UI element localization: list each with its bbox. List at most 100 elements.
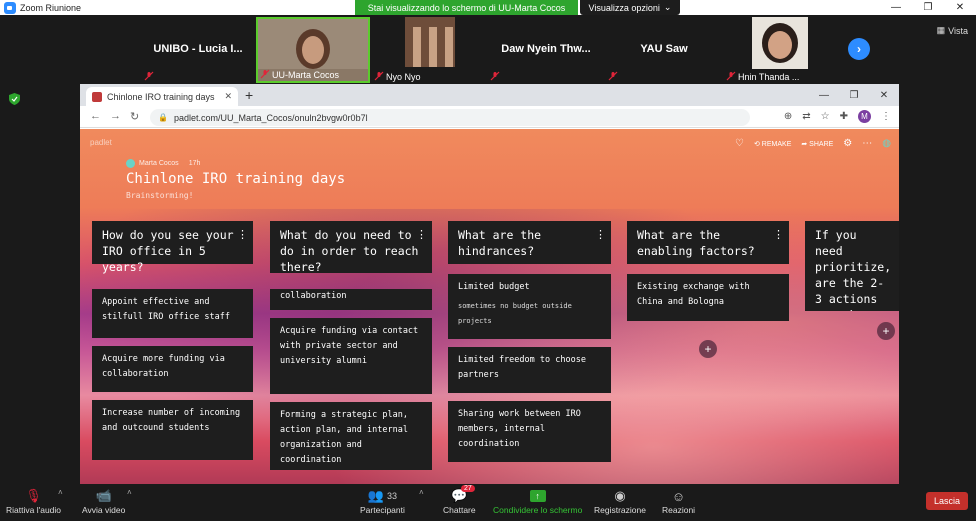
browser-window-controls: — ❐ ✕: [809, 84, 899, 106]
column-header[interactable]: What are the hindrances? ⋮: [448, 221, 611, 264]
participants-options-icon[interactable]: ˄: [419, 488, 424, 497]
unmute-label: Riattiva l'audio: [6, 505, 62, 515]
column-menu-icon[interactable]: ⋮: [237, 227, 248, 243]
view-options-button[interactable]: Visualizza opzioni ⌄: [580, 0, 680, 15]
add-post-button[interactable]: +: [877, 322, 895, 340]
browser-tab[interactable]: Chinlone IRO training days ✕: [86, 87, 238, 106]
post-card[interactable]: Acquire more funding via collaboration: [92, 346, 253, 392]
mic-muted-icon: [374, 71, 384, 81]
tab-close-icon[interactable]: ✕: [224, 91, 232, 102]
participant-tile[interactable]: Hnin Thanda ...: [724, 17, 836, 83]
restore-icon[interactable]: ❐: [912, 0, 944, 15]
participant-tile[interactable]: Daw Nyein Thw...: [488, 17, 604, 83]
settings-gear-icon[interactable]: ⚙: [843, 138, 852, 149]
participant-tile-active[interactable]: UU-Marta Cocos: [256, 17, 370, 83]
chat-label: Chattare: [443, 505, 476, 515]
address-bar[interactable]: 🔒 padlet.com/UU_Marta_Cocos/onuln2bvgw0r…: [150, 109, 750, 126]
post-time: 17h: [188, 160, 201, 167]
post-text: Sharing work between IRO members, intern…: [458, 409, 581, 449]
post-text: Appoint effective and stilfull IRO offic…: [102, 297, 230, 322]
record-button[interactable]: ◉ Registrazione: [594, 487, 646, 515]
post-card[interactable]: Limited budget sometimes no budget outsi…: [448, 274, 611, 339]
participant-video: [405, 17, 455, 67]
participant-name: Daw Nyein Thw...: [501, 43, 591, 55]
participants-button[interactable]: 👥 33 Partecipanti: [360, 487, 405, 515]
minimize-icon[interactable]: —: [809, 84, 839, 106]
participant-tile[interactable]: UNIBO - Lucia I...: [142, 17, 254, 83]
window-title: Zoom Riunione: [20, 2, 82, 13]
back-icon[interactable]: ←: [90, 110, 101, 122]
participant-tile[interactable]: YAU Saw: [606, 17, 722, 83]
window-controls: — ❐ ✕: [880, 0, 976, 15]
start-video-button[interactable]: 📹 Avvia video: [82, 487, 125, 515]
globe-icon[interactable]: ◍: [882, 138, 891, 149]
column-header[interactable]: What do you need to do in order to reach…: [270, 221, 432, 274]
column-menu-icon[interactable]: ⋮: [773, 227, 784, 243]
restore-icon[interactable]: ❐: [839, 84, 869, 106]
post-card[interactable]: Sharing work between IRO members, intern…: [448, 401, 611, 462]
video-options-icon[interactable]: ˄: [127, 488, 132, 497]
new-tab-icon[interactable]: +: [245, 87, 253, 103]
post-card[interactable]: Forming a strategic plan, action plan, a…: [270, 402, 432, 470]
participant-name: UNIBO - Lucia I...: [153, 43, 243, 55]
grid-icon: ▦: [936, 25, 946, 35]
share-label: SHARE: [809, 140, 834, 148]
translate-icon[interactable]: ⇄: [802, 111, 810, 122]
participant-tile[interactable]: Nyo Nyo: [372, 17, 484, 83]
participant-strip: UNIBO - Lucia I... UU-Marta Cocos Nyo Ny…: [0, 15, 976, 83]
chat-button[interactable]: 💬 27 Chattare: [443, 485, 476, 515]
column-menu-icon[interactable]: ⋮: [416, 227, 427, 243]
reactions-button[interactable]: ☺ Reazioni: [662, 487, 695, 516]
padlet-logo[interactable]: padlet: [90, 138, 112, 147]
share-screen-button[interactable]: ↑ Condividere lo schermo: [493, 487, 582, 515]
extensions-icon[interactable]: ✚: [840, 111, 848, 122]
remake-button[interactable]: ⟲ REMAKE: [754, 140, 791, 148]
share-screen-label: Condividere lo schermo: [493, 505, 583, 515]
unmute-button[interactable]: 🎙 Riattiva l'audio: [6, 487, 61, 515]
star-icon[interactable]: ☆: [821, 111, 830, 122]
view-button[interactable]: ▦ Vista: [937, 25, 968, 36]
next-page-button[interactable]: ›: [848, 38, 870, 60]
post-text: Increase number of incoming and outcound…: [102, 408, 241, 433]
audio-options-icon[interactable]: ˄: [58, 488, 63, 497]
profile-avatar[interactable]: M: [858, 110, 871, 123]
post-text: collaboration: [280, 291, 347, 301]
smiley-icon: ☺: [671, 488, 686, 504]
post-subtext: sometimes no budget outside projects: [458, 302, 572, 325]
participant-video: [752, 17, 808, 69]
participant-name: Nyo Nyo: [386, 72, 421, 82]
share-button[interactable]: ➦ SHARE: [801, 140, 833, 148]
post-card[interactable]: Increase number of incoming and outcound…: [92, 400, 253, 460]
menu-dots-icon[interactable]: ⋮: [881, 111, 891, 122]
post-card[interactable]: Appoint effective and stilfull IRO offic…: [92, 289, 253, 338]
column-menu-icon[interactable]: ⋮: [595, 227, 606, 243]
close-icon[interactable]: ✕: [869, 84, 899, 106]
forward-icon[interactable]: →: [110, 110, 121, 122]
participant-video: [258, 19, 368, 69]
post-card[interactable]: Acquire funding via contact with private…: [270, 318, 432, 394]
padlet-favicon-icon: [92, 91, 102, 102]
mic-muted-icon: [726, 71, 736, 81]
add-post-button[interactable]: +: [699, 340, 717, 358]
more-icon[interactable]: ⋯: [862, 138, 872, 149]
post-card[interactable]: Existing exchange with China and Bologna: [627, 274, 789, 321]
mic-muted-icon: [490, 71, 500, 81]
mic-muted-icon: [144, 71, 154, 81]
column-title: What are the enabling factors?: [637, 228, 755, 258]
post-text: Existing exchange with China and Bologna: [637, 282, 750, 307]
post-card[interactable]: Limited freedom to choose partners: [448, 347, 611, 393]
column-header[interactable]: How do you see your IRO office in 5 year…: [92, 221, 253, 274]
author-avatar: [126, 159, 135, 168]
column-header[interactable]: If you need prioritize, are the 2-3 acti…: [805, 221, 899, 311]
leave-button[interactable]: Lascia: [926, 492, 968, 510]
navigation-bar: ← → ↻ 🔒 padlet.com/UU_Marta_Cocos/onuln2…: [80, 106, 899, 128]
post-card[interactable]: collaboration: [270, 289, 432, 310]
column-title: What are the hindrances?: [458, 228, 542, 258]
column-header[interactable]: What are the enabling factors? ⋮: [627, 221, 789, 264]
padlet-board: padlet Marta Cocos 17h Chinlone IRO trai…: [80, 129, 899, 484]
location-icon[interactable]: ⊕: [784, 111, 792, 122]
close-icon[interactable]: ✕: [944, 0, 976, 15]
reload-icon[interactable]: ↻: [130, 110, 139, 123]
minimize-icon[interactable]: —: [880, 0, 912, 15]
heart-icon[interactable]: ♡: [735, 138, 744, 149]
